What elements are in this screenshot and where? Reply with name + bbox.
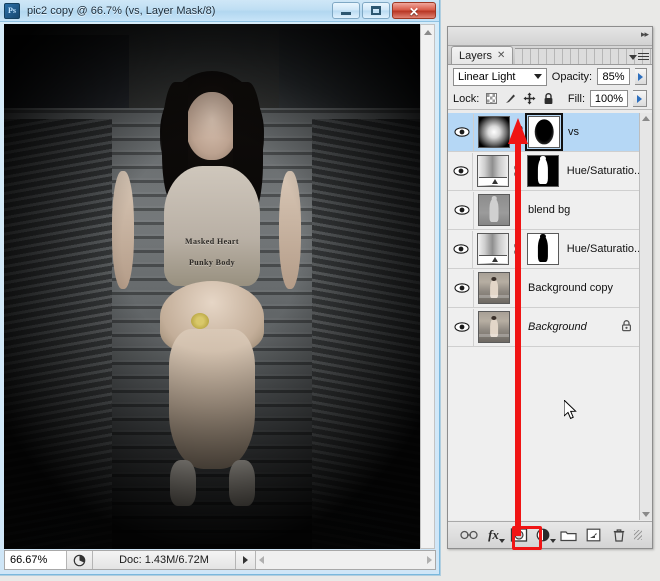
scroll-left-icon[interactable] xyxy=(259,556,264,564)
layer-link-icon[interactable] xyxy=(514,125,524,139)
panel-tab-row: Layers ✕ xyxy=(448,46,652,65)
layer-name[interactable]: blend bg xyxy=(528,204,570,216)
fill-slider-button[interactable] xyxy=(633,90,647,107)
photo-vignette xyxy=(4,24,420,549)
fill-label: Fill: xyxy=(567,92,585,105)
lock-label: Lock: xyxy=(453,92,480,105)
layer-name[interactable]: Hue/Saturatio... xyxy=(567,243,639,255)
delete-layer-icon[interactable] xyxy=(609,526,629,544)
close-icon: ✕ xyxy=(409,5,420,19)
document-title: pic2 copy @ 66.7% (vs, Layer Mask/8) xyxy=(27,4,216,17)
opacity-label: Opacity: xyxy=(551,70,593,83)
layer-list[interactable]: vs Hue/Saturatio... blend bg Hue/Saturat… xyxy=(448,113,652,520)
collapse-panel-icon[interactable]: ▸▸ xyxy=(641,29,649,40)
layer-link-icon[interactable] xyxy=(513,164,523,178)
layer-link-icon[interactable] xyxy=(513,242,523,256)
lock-all-icon[interactable] xyxy=(541,92,555,106)
maximize-button[interactable] xyxy=(362,2,390,19)
layer-thumbnail[interactable] xyxy=(478,194,510,226)
layer-locked-icon xyxy=(620,319,633,335)
panel-menu-icon xyxy=(638,53,649,62)
tab-close-icon[interactable]: ✕ xyxy=(497,50,505,61)
lock-position-icon[interactable] xyxy=(522,92,536,106)
layer-visibility-toggle[interactable] xyxy=(450,308,474,346)
photoshop-icon: Ps xyxy=(4,2,20,19)
layer-thumbnail[interactable] xyxy=(476,155,509,187)
layer-list-scrollbar[interactable] xyxy=(639,113,652,520)
layer-mask-thumbnail[interactable] xyxy=(526,233,559,265)
blend-mode-value: Linear Light xyxy=(458,70,516,83)
blend-mode-row: Linear Light Opacity: 85% xyxy=(448,65,652,88)
maximize-icon xyxy=(371,6,381,15)
lock-transparency-icon[interactable] xyxy=(484,92,498,106)
close-button[interactable]: ✕ xyxy=(392,2,436,19)
blend-mode-select[interactable]: Linear Light xyxy=(453,67,547,86)
scroll-up-icon[interactable] xyxy=(642,116,650,121)
layer-mask-thumbnail[interactable] xyxy=(526,155,559,187)
tab-layers-label: Layers xyxy=(459,49,493,62)
layer-row-blend-bg[interactable]: blend bg xyxy=(448,191,639,230)
link-layers-icon[interactable] xyxy=(459,526,479,544)
layer-name[interactable]: Background copy xyxy=(528,282,613,294)
layer-style-fx-icon[interactable]: fx xyxy=(484,526,505,544)
tab-layers[interactable]: Layers ✕ xyxy=(451,46,514,64)
layer-visibility-toggle[interactable] xyxy=(450,269,474,307)
adjustment-chevron-icon xyxy=(549,539,556,543)
minimize-icon xyxy=(341,11,351,15)
image-canvas[interactable]: Masked Heart Punky Body xyxy=(4,24,420,549)
layer-name[interactable]: vs xyxy=(568,126,579,138)
layer-row-background-copy[interactable]: Background copy xyxy=(448,269,639,308)
panel-header: ▸▸ xyxy=(448,27,652,46)
layer-row-background[interactable]: Background xyxy=(448,308,639,347)
layer-visibility-toggle[interactable] xyxy=(450,152,473,190)
mouse-cursor xyxy=(564,400,577,420)
add-layer-mask-icon[interactable] xyxy=(509,526,529,544)
layer-thumbnail[interactable] xyxy=(478,311,510,343)
canvas-horizontal-scrollbar[interactable] xyxy=(255,551,435,569)
layer-row-hue-saturation-2[interactable]: Hue/Saturatio... xyxy=(448,230,639,269)
canvas-vertical-scrollbar[interactable] xyxy=(420,24,435,549)
layer-thumbnail[interactable] xyxy=(478,116,510,148)
document-thumbnail-icon[interactable] xyxy=(67,551,93,569)
minimize-button[interactable] xyxy=(332,2,360,19)
layer-visibility-toggle[interactable] xyxy=(450,191,474,229)
document-size-info: Doc: 1.43M/6.72M xyxy=(119,554,209,566)
chevron-down-icon xyxy=(533,74,542,79)
new-layer-icon[interactable] xyxy=(584,526,604,544)
scroll-up-icon[interactable] xyxy=(421,25,434,39)
window-controls: ✕ xyxy=(332,2,436,19)
layer-thumbnail[interactable] xyxy=(478,272,510,304)
title-bar[interactable]: Ps pic2 copy @ 66.7% (vs, Layer Mask/8) … xyxy=(0,0,439,22)
fill-input[interactable]: 100% xyxy=(590,90,628,107)
panel-resize-grip[interactable] xyxy=(633,530,642,540)
photo-content: Masked Heart Punky Body xyxy=(4,24,420,549)
new-adjustment-layer-icon[interactable] xyxy=(534,526,556,544)
scroll-down-icon[interactable] xyxy=(642,512,650,517)
layer-row-vs[interactable]: vs xyxy=(448,113,639,152)
layer-name[interactable]: Hue/Saturatio... xyxy=(567,165,639,177)
layer-row-hue-saturation-1[interactable]: Hue/Saturatio... xyxy=(448,152,639,191)
layer-mask-thumbnail[interactable] xyxy=(525,113,563,151)
lock-image-icon[interactable] xyxy=(503,92,517,106)
opacity-slider-button[interactable] xyxy=(634,68,647,85)
layer-visibility-toggle[interactable] xyxy=(450,230,473,268)
lock-row: Lock: Fill: 100% xyxy=(448,88,652,110)
layer-name[interactable]: Background xyxy=(528,321,587,333)
zoom-level-field[interactable]: 66.67% xyxy=(5,551,67,569)
new-group-icon[interactable] xyxy=(559,526,579,544)
status-bar: 66.67% Doc: 1.43M/6.72M xyxy=(4,550,436,570)
scroll-right-icon[interactable] xyxy=(427,556,432,564)
status-menu-icon[interactable] xyxy=(235,551,255,569)
layer-thumbnail[interactable] xyxy=(476,233,509,265)
layers-panel: ▸▸ Layers ✕ Linear Light Opacity: 85% Lo… xyxy=(447,26,653,549)
layers-panel-toolbar: fx xyxy=(448,521,652,548)
panel-menu-button[interactable] xyxy=(629,53,649,62)
fx-chevron-icon xyxy=(498,539,505,543)
layer-visibility-toggle[interactable] xyxy=(450,113,474,151)
document-window: Ps pic2 copy @ 66.7% (vs, Layer Mask/8) … xyxy=(0,0,440,575)
opacity-input[interactable]: 85% xyxy=(597,68,630,85)
